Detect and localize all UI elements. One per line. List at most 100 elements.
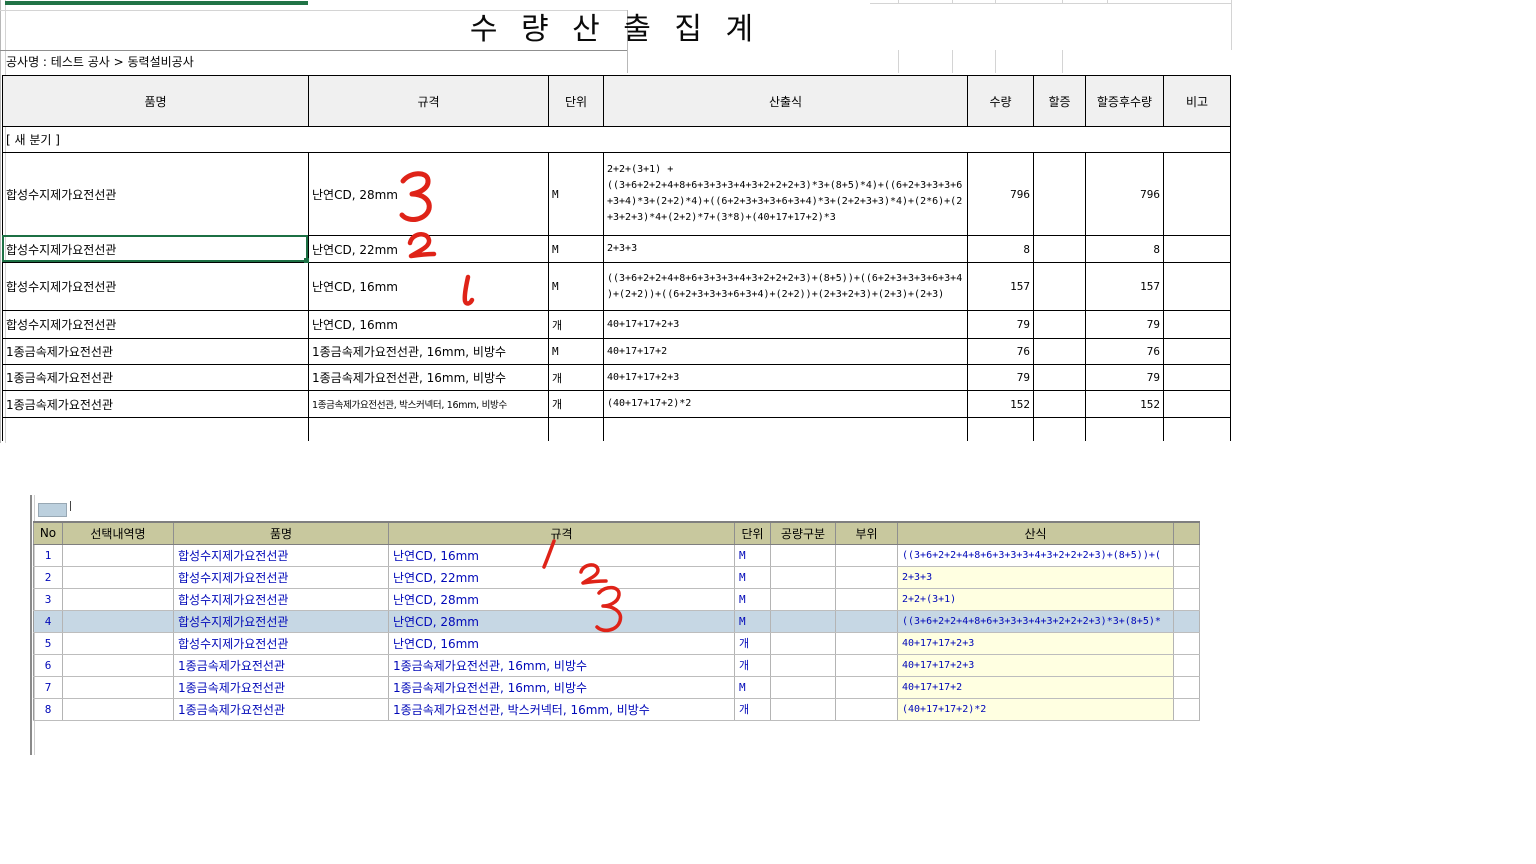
part-cell[interactable] <box>836 676 898 698</box>
project-name-cell[interactable]: 공사명 : 테스트 공사 > 동력설비공사 <box>0 50 627 73</box>
item-note-cell[interactable] <box>1164 365 1231 391</box>
item-name-cell[interactable]: 합성수지제가요전선관 <box>3 236 309 263</box>
item-spec-cell[interactable]: 난연CD, 28mm <box>309 153 549 236</box>
formula-cell[interactable]: 40+17+17+2+3 <box>898 632 1174 654</box>
item-qty-cell[interactable]: 79 <box>968 365 1034 391</box>
row-number[interactable]: 2 <box>34 566 63 588</box>
empty-cell[interactable] <box>549 418 604 441</box>
item-surcharge-cell[interactable] <box>1034 311 1086 339</box>
list-item[interactable]: 8 1종금속제가요전선관 1종금속제가요전선관, 박스커넥터, 16mm, 비방… <box>34 698 1200 720</box>
item-name-cell[interactable]: 합성수지제가요전선관 <box>174 588 389 610</box>
row-number[interactable]: 1 <box>34 544 63 566</box>
item-note-cell[interactable] <box>1164 311 1231 339</box>
work-class-cell[interactable] <box>771 588 836 610</box>
row-number[interactable]: 3 <box>34 588 63 610</box>
extra-cell[interactable] <box>1174 610 1200 632</box>
item-note-cell[interactable] <box>1164 391 1231 418</box>
item-spec-cell[interactable]: 난연CD, 16mm <box>389 632 735 654</box>
item-formula-cell[interactable]: 40+17+17+2 <box>604 339 968 365</box>
empty-cell[interactable] <box>309 418 549 441</box>
summary-header-qty[interactable]: 수량 <box>968 76 1034 127</box>
sel-name-cell[interactable] <box>63 676 174 698</box>
sel-name-cell[interactable] <box>63 654 174 676</box>
item-name-cell[interactable]: 1종금속제가요전선관 <box>174 654 389 676</box>
item-surcharge-cell[interactable] <box>1034 236 1086 263</box>
item-spec-cell[interactable]: 난연CD, 22mm <box>309 236 549 263</box>
item-unit-cell[interactable]: M <box>735 610 771 632</box>
sel-name-cell[interactable] <box>63 632 174 654</box>
list-item[interactable]: 7 1종금속제가요전선관 1종금속제가요전선관, 16mm, 비방수 M 40+… <box>34 676 1200 698</box>
summary-header-formula[interactable]: 산출식 <box>604 76 968 127</box>
item-formula-cell[interactable]: (40+17+17+2)*2 <box>604 391 968 418</box>
summary-header-surcharge[interactable]: 할증 <box>1034 76 1086 127</box>
row-number[interactable]: 7 <box>34 676 63 698</box>
detail-header-unit[interactable]: 단위 <box>735 522 771 544</box>
item-qty-cell[interactable]: 796 <box>968 153 1034 236</box>
list-item[interactable]: 6 1종금속제가요전선관 1종금속제가요전선관, 16mm, 비방수 개 40+… <box>34 654 1200 676</box>
item-qty-after-cell[interactable]: 796 <box>1086 153 1164 236</box>
item-name-cell[interactable]: 1종금속제가요전선관 <box>3 391 309 418</box>
item-unit-cell[interactable]: M <box>735 566 771 588</box>
item-note-cell[interactable] <box>1164 236 1231 263</box>
item-unit-cell[interactable]: M <box>735 676 771 698</box>
item-surcharge-cell[interactable] <box>1034 153 1086 236</box>
formula-cell[interactable]: 2+3+3 <box>898 566 1174 588</box>
work-class-cell[interactable] <box>771 698 836 720</box>
item-formula-cell[interactable]: 2+3+3 <box>604 236 968 263</box>
item-note-cell[interactable] <box>1164 339 1231 365</box>
part-cell[interactable] <box>836 632 898 654</box>
item-note-cell[interactable] <box>1164 263 1231 311</box>
list-item[interactable]: 5 합성수지제가요전선관 난연CD, 16mm 개 40+17+17+2+3 <box>34 632 1200 654</box>
sel-name-cell[interactable] <box>63 544 174 566</box>
summary-header-qty-after[interactable]: 할증후수량 <box>1086 76 1164 127</box>
item-unit-cell[interactable]: M <box>735 588 771 610</box>
part-cell[interactable] <box>836 654 898 676</box>
summary-header-spec[interactable]: 규격 <box>309 76 549 127</box>
item-qty-after-cell[interactable]: 157 <box>1086 263 1164 311</box>
item-name-cell[interactable]: 1종금속제가요전선관 <box>174 676 389 698</box>
part-cell[interactable] <box>836 698 898 720</box>
item-name-cell[interactable]: 합성수지제가요전선관 <box>174 610 389 632</box>
formula-cell[interactable]: 2+2+(3+1) <box>898 588 1174 610</box>
item-spec-cell[interactable]: 난연CD, 22mm <box>389 566 735 588</box>
formula-cell[interactable]: ((3+6+2+2+4+8+6+3+3+3+4+3+2+2+2+3)+(8+5)… <box>898 544 1174 566</box>
row-number[interactable]: 5 <box>34 632 63 654</box>
work-class-cell[interactable] <box>771 610 836 632</box>
item-unit-cell[interactable]: M <box>549 236 604 263</box>
item-qty-after-cell[interactable]: 152 <box>1086 391 1164 418</box>
formula-cell[interactable]: 40+17+17+2+3 <box>898 654 1174 676</box>
formula-cell[interactable]: 40+17+17+2 <box>898 676 1174 698</box>
extra-cell[interactable] <box>1174 698 1200 720</box>
summary-header-unit[interactable]: 단위 <box>549 76 604 127</box>
item-formula-cell[interactable]: ((3+6+2+2+4+8+6+3+3+3+4+3+2+2+2+3)+(8+5)… <box>604 263 968 311</box>
item-formula-cell[interactable]: 40+17+17+2+3 <box>604 311 968 339</box>
row-number[interactable]: 4 <box>34 610 63 632</box>
group-label-cell[interactable]: [ 새 분기 ] <box>3 127 1231 153</box>
part-cell[interactable] <box>836 544 898 566</box>
item-qty-after-cell[interactable]: 8 <box>1086 236 1164 263</box>
item-name-cell[interactable]: 1종금속제가요전선관 <box>3 339 309 365</box>
empty-cell[interactable] <box>1164 418 1231 441</box>
item-name-cell[interactable]: 1종금속제가요전선관 <box>174 698 389 720</box>
item-unit-cell[interactable]: M <box>549 263 604 311</box>
row-number[interactable]: 8 <box>34 698 63 720</box>
item-qty-after-cell[interactable]: 76 <box>1086 339 1164 365</box>
formula-cell[interactable]: ((3+6+2+2+4+8+6+3+3+3+4+3+2+2+2+3)*3+(8+… <box>898 610 1174 632</box>
list-item-selected[interactable]: 4 합성수지제가요전선관 난연CD, 28mm M ((3+6+2+2+4+8+… <box>34 610 1200 632</box>
item-qty-cell[interactable]: 152 <box>968 391 1034 418</box>
sel-name-cell[interactable] <box>63 588 174 610</box>
extra-cell[interactable] <box>1174 676 1200 698</box>
summary-header-note[interactable]: 비고 <box>1164 76 1231 127</box>
summary-header-name[interactable]: 품명 <box>3 76 309 127</box>
work-class-cell[interactable] <box>771 544 836 566</box>
detail-header-formula[interactable]: 산식 <box>898 522 1174 544</box>
sel-name-cell[interactable] <box>63 610 174 632</box>
formula-cell[interactable]: (40+17+17+2)*2 <box>898 698 1174 720</box>
item-spec-cell[interactable]: 1종금속제가요전선관, 16mm, 비방수 <box>309 339 549 365</box>
sel-name-cell[interactable] <box>63 566 174 588</box>
extra-cell[interactable] <box>1174 588 1200 610</box>
empty-cell[interactable] <box>604 418 968 441</box>
work-class-cell[interactable] <box>771 632 836 654</box>
sel-name-cell[interactable] <box>63 698 174 720</box>
item-spec-cell[interactable]: 1종금속제가요전선관, 16mm, 비방수 <box>309 365 549 391</box>
